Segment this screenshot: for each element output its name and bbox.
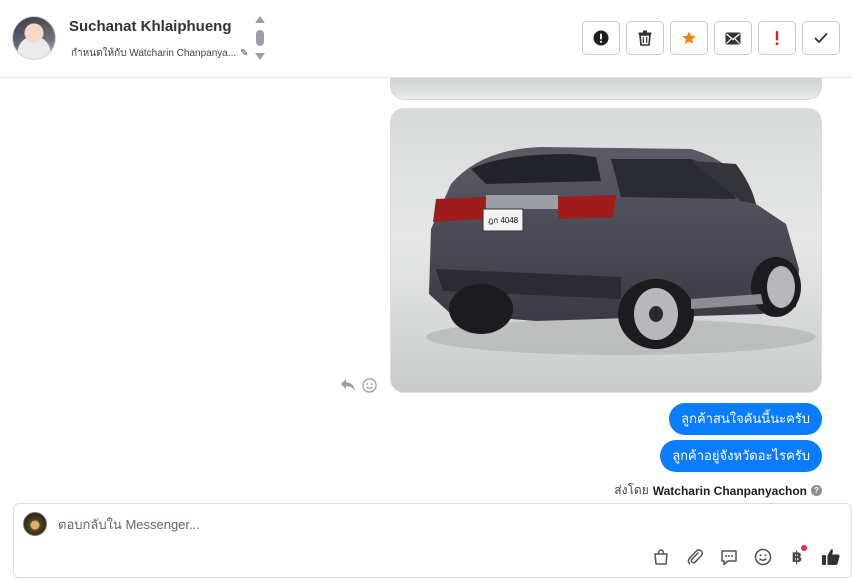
conversation-header: Suchanat Khlaiphueng กำหนดให้กับ Watchar…: [0, 0, 852, 78]
assigned-to-label: กำหนดให้กับ Watcharin Chanpanya...: [71, 48, 237, 59]
outgoing-message-bubble[interactable]: ลูกค้าสนใจคันนี้นะครับ: [669, 403, 822, 435]
license-plate-text: ฎก 4048: [488, 216, 519, 225]
trash-icon: [638, 30, 652, 46]
message-thread[interactable]: ฎก 4048 ลูกค้าสนใจคันนี้นะครับ ลูกค้าอยู…: [0, 78, 852, 500]
like-button[interactable]: [821, 547, 841, 567]
payment-button[interactable]: ฿: [787, 545, 807, 567]
notification-dot: [801, 545, 807, 551]
paperclip-icon: [687, 549, 704, 565]
chevron-down-icon[interactable]: [255, 53, 265, 60]
assignment-row[interactable]: กำหนดให้กับ Watcharin Chanpanya... ✎: [71, 46, 249, 61]
car-photo-illustration: ฎก 4048: [391, 147, 821, 392]
sender-name: Watcharin Chanpanyachon: [652, 483, 807, 498]
reply-input[interactable]: [58, 514, 758, 534]
contact-name[interactable]: Suchanat Khlaiphueng: [69, 18, 232, 35]
previous-image-attachment[interactable]: [390, 78, 822, 100]
thumbs-up-icon: [822, 549, 840, 565]
baht-icon: ฿: [791, 549, 803, 566]
exclamation-icon: [775, 31, 779, 46]
star-icon: [682, 31, 696, 44]
emoji-reaction-icon[interactable]: [362, 378, 377, 398]
message-actions: [340, 378, 377, 398]
smiley-icon: [754, 548, 772, 566]
reply-composer: ฿: [13, 503, 852, 578]
attach-button[interactable]: [685, 547, 705, 567]
inbox-conversation-view: Suchanat Khlaiphueng กำหนดให้กับ Watchar…: [0, 0, 852, 580]
pencil-icon[interactable]: ✎: [240, 48, 248, 59]
saved-replies-button[interactable]: [719, 547, 739, 567]
composer-tools: ฿: [651, 545, 841, 567]
contact-avatar[interactable]: [12, 16, 56, 60]
shop-bag-button[interactable]: [651, 547, 671, 567]
star-button[interactable]: [670, 21, 708, 55]
switcher-thumb[interactable]: [256, 30, 264, 46]
conversation-switcher[interactable]: [254, 16, 266, 62]
page-avatar: [23, 512, 47, 536]
chat-bubble-icon: [721, 550, 737, 566]
car-photo-attachment[interactable]: ฎก 4048: [390, 108, 822, 393]
emoji-button[interactable]: [753, 547, 773, 567]
delete-button[interactable]: [626, 21, 664, 55]
spam-button[interactable]: [582, 21, 620, 55]
check-icon: [814, 33, 828, 43]
envelope-icon: [725, 32, 741, 44]
conversation-toolbar: [582, 21, 840, 55]
chevron-up-icon[interactable]: [255, 16, 265, 23]
mark-unread-button[interactable]: [714, 21, 752, 55]
shopping-bag-icon: [654, 549, 668, 565]
sent-by-line: ส่งโดย Watcharin Chanpanyachon ?: [614, 481, 822, 500]
sent-by-label: ส่งโดย: [614, 483, 649, 497]
done-button[interactable]: [802, 21, 840, 55]
help-icon[interactable]: ?: [811, 485, 822, 496]
outgoing-message-bubble[interactable]: ลูกค้าอยู่จังหวัดอะไรครับ: [660, 440, 822, 472]
alert-circle-icon: [593, 30, 609, 46]
reply-icon[interactable]: [340, 378, 356, 398]
follow-up-button[interactable]: [758, 21, 796, 55]
